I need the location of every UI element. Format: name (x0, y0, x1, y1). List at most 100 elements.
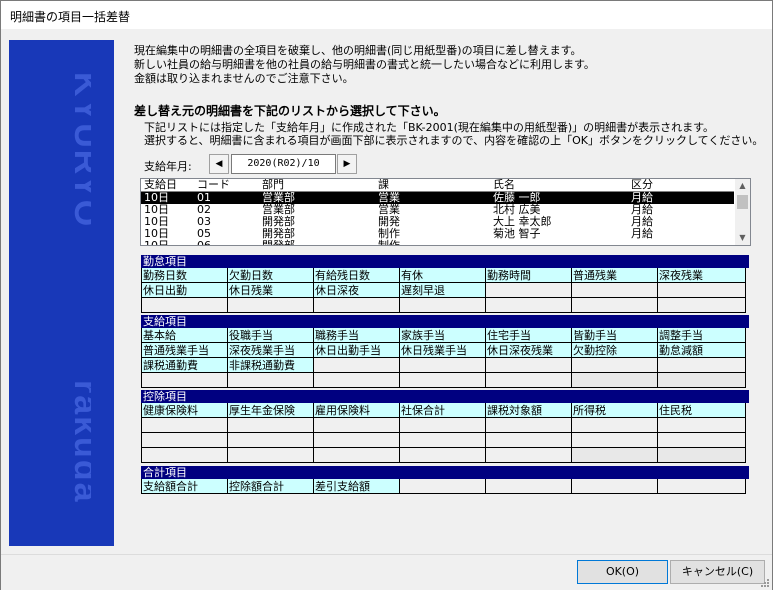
empty-cell (400, 433, 486, 448)
item-cell: 欠勤控除 (572, 343, 658, 358)
list-item[interactable]: 10日 06 開発部 制作 (141, 240, 734, 246)
empty-cell (142, 448, 228, 463)
group-title: 控除項目 (141, 390, 749, 403)
grid-row (142, 298, 749, 313)
group-deduction: 控除項目 健康保険料 厚生年金保険 雇用保険料 社保合計 課税対象額 所得税 住民税 (141, 390, 749, 463)
grid-row (142, 373, 749, 388)
item-cell: 深夜残業手当 (228, 343, 314, 358)
empty-cell (142, 418, 228, 433)
empty-cell (658, 283, 746, 298)
empty-cell (572, 433, 658, 448)
column-header-type[interactable]: 区分 (631, 179, 653, 191)
item-cell: 休日出勤手当 (314, 343, 400, 358)
list-cell-day: 10日 (144, 239, 169, 246)
item-cell: 家族手当 (400, 328, 486, 343)
cancel-button[interactable]: キャンセル(C) (670, 560, 765, 584)
instruction-line: 選択すると、明細書に含まれる項目が画面下部に表示されますので、内容を確認の上「O… (144, 134, 764, 147)
column-header-code[interactable]: コード (197, 179, 230, 191)
item-grid: 健康保険料 厚生年金保険 雇用保険料 社保合計 課税対象額 所得税 住民税 (141, 403, 749, 463)
empty-cell (142, 298, 228, 313)
item-cell: 勤怠減額 (658, 343, 746, 358)
empty-cell (572, 479, 658, 494)
next-month-button[interactable]: ▶ (337, 154, 357, 174)
item-cell: 休日残業 (228, 283, 314, 298)
grid-row (142, 433, 749, 448)
empty-cell (486, 283, 572, 298)
item-cell: 遅刻早退 (400, 283, 486, 298)
scroll-up-icon[interactable]: ▲ (735, 179, 750, 193)
payslip-list[interactable]: 支給日 コード 部門 課 氏名 区分 10日 01 営業部 営業 佐藤 一郎 月給 10日 0… (140, 178, 751, 246)
column-header-section[interactable]: 課 (378, 179, 389, 191)
resize-grip-icon[interactable] (760, 578, 770, 588)
item-cell: 深夜残業 (658, 268, 746, 283)
title-bar[interactable]: 明細書の項目一括差替 (1, 1, 772, 29)
item-cell: 所得税 (572, 403, 658, 418)
empty-cell (228, 448, 314, 463)
prev-month-button[interactable]: ◀ (209, 154, 229, 174)
button-bar: OK(O) キャンセル(C) (1, 554, 772, 590)
empty-cell (658, 433, 746, 448)
item-cell: 健康保険料 (142, 403, 228, 418)
empty-cell (486, 479, 572, 494)
grid-row: 勤務日数 欠勤日数 有給残日数 有休 勤務時間 普通残業 深夜残業 (142, 268, 749, 283)
grid-row: 普通残業手当 深夜残業手当 休日出勤手当 休日残業手当 休日深夜残業 欠勤控除 勤怠減額 (142, 343, 749, 358)
empty-cell (228, 373, 314, 388)
list-cell-type: 月給 (631, 227, 653, 240)
scroll-thumb[interactable] (737, 195, 748, 209)
empty-cell (658, 298, 746, 313)
item-cell: 調整手当 (658, 328, 746, 343)
select-heading: 差し替え元の明細書を下記のリストから選択して下さい。 (134, 104, 446, 118)
item-grid: 勤務日数 欠勤日数 有給残日数 有休 勤務時間 普通残業 深夜残業 休日出勤 休日残業 休日深夜遅… (141, 268, 749, 313)
empty-cell (314, 373, 400, 388)
intro-line: 現在編集中の明細書の全項目を破棄し、他の明細書(同じ用紙型番)の項目に差し替えま… (134, 44, 582, 57)
period-field[interactable]: 2020(R02)/10 (231, 154, 336, 174)
list-scrollbar[interactable]: ▲ ▼ (735, 179, 750, 245)
list-item[interactable]: 10日 05 開発部 制作 菊池 智子 月給 (141, 228, 734, 240)
empty-cell (400, 358, 486, 373)
grid-row: 健康保険料 厚生年金保険 雇用保険料 社保合計 課税対象額 所得税 住民税 (142, 403, 749, 418)
item-cell: 課税通勤費 (142, 358, 228, 373)
empty-cell (658, 373, 746, 388)
empty-cell (314, 418, 400, 433)
instruction-line: 下記リストには指定した「支給年月」に作成された「BK-2001(現在編集中の用紙… (144, 121, 715, 134)
svg-text:rakuda: rakuda (67, 380, 91, 504)
list-cell-section: 制作 (378, 239, 400, 246)
grid-row (142, 448, 749, 463)
triangle-right-icon: ▶ (343, 159, 351, 169)
empty-cell (228, 418, 314, 433)
grid-row: 課税通勤費 非課税通勤費 (142, 358, 749, 373)
item-cell: 非課税通勤費 (228, 358, 314, 373)
column-header-dept[interactable]: 部門 (262, 179, 284, 191)
empty-cell (658, 479, 746, 494)
window-title: 明細書の項目一括差替 (10, 10, 131, 24)
empty-cell (314, 433, 400, 448)
item-cell: 休日深夜残業 (486, 343, 572, 358)
empty-cell (314, 358, 400, 373)
ok-button[interactable]: OK(O) (577, 560, 668, 584)
column-header-name[interactable]: 氏名 (493, 179, 515, 191)
item-cell: 普通残業 (572, 268, 658, 283)
empty-cell (572, 283, 658, 298)
triangle-left-icon: ◀ (215, 159, 223, 169)
item-cell: 差引支給額 (314, 479, 400, 494)
scroll-down-icon[interactable]: ▼ (735, 231, 750, 245)
empty-cell (400, 298, 486, 313)
item-cell: 控除額合計 (228, 479, 314, 494)
item-cell: 支給額合計 (142, 479, 228, 494)
empty-cell (486, 433, 572, 448)
empty-cell (400, 373, 486, 388)
grid-row: 基本給 役職手当 職務手当 家族手当 住宅手当 皆勤手当 調整手当 (142, 328, 749, 343)
item-cell: 皆勤手当 (572, 328, 658, 343)
group-title: 合計項目 (141, 466, 749, 479)
item-cell: 休日深夜 (314, 283, 400, 298)
empty-cell (486, 358, 572, 373)
empty-cell (314, 298, 400, 313)
item-cell: 住民税 (658, 403, 746, 418)
svg-text:KYURYO: KYURYO (67, 72, 91, 228)
brand-logo: KYURYO rakuda (31, 50, 105, 540)
column-header-day[interactable]: 支給日 (144, 179, 177, 191)
list-cell-code: 06 (197, 239, 211, 246)
list-cell-dept: 開発部 (262, 239, 295, 246)
empty-cell (400, 418, 486, 433)
select-instructions: 下記リストには指定した「支給年月」に作成された「BK-2001(現在編集中の用紙… (144, 121, 763, 147)
